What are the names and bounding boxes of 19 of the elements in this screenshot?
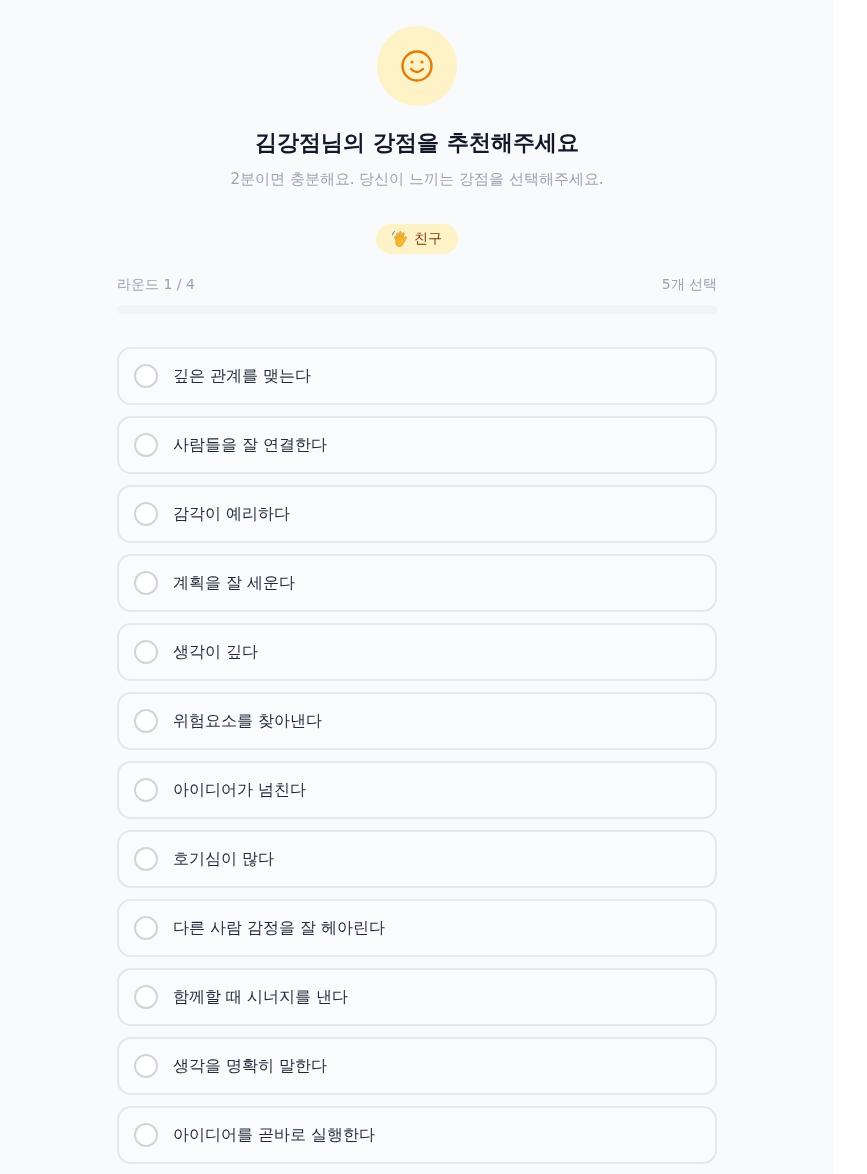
strength-option[interactable]: 생각이 깊다 [117,623,717,681]
strength-option[interactable]: 아이디어가 넘친다 [117,761,717,819]
strength-option[interactable]: 깊은 관계를 맺는다 [117,347,717,405]
strength-option[interactable]: 위험요소를 찾아낸다 [117,692,717,750]
strength-option[interactable]: 호기심이 많다 [117,830,717,888]
smiley-icon [377,26,457,106]
selection-count: 5개 선택 [661,275,717,294]
strength-option[interactable]: 사람들을 잘 연결한다 [117,416,717,474]
strength-option[interactable]: 감각이 예리하다 [117,485,717,543]
page-subtitle: 2분이면 충분해요. 당신이 느끼는 강점을 선택해주세요. [230,169,604,190]
strength-option[interactable]: 계획을 잘 세운다 [117,554,717,612]
strength-option[interactable]: 아이디어를 곧바로 실행한다 [117,1106,717,1164]
page-title: 김강점님의 강점을 추천해주세요 [255,129,579,157]
round-counter: 라운드 1 / 4 [117,275,195,294]
strength-option[interactable]: 생각을 명확히 말한다 [117,1037,717,1095]
strength-option[interactable]: 함께할 때 시너지를 낸다 [117,968,717,1026]
badge-label: 친구 [414,230,442,248]
waving-hand-icon [392,231,408,247]
strength-option[interactable]: 다른 사람 감정을 잘 헤아린다 [117,899,717,957]
